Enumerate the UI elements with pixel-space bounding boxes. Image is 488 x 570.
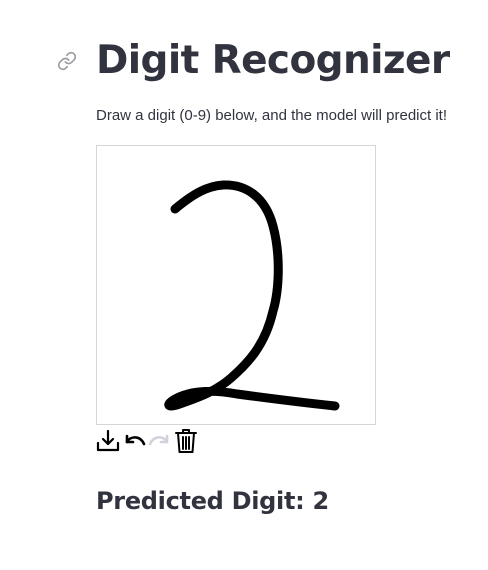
trash-icon (175, 429, 197, 453)
download-icon (96, 429, 120, 452)
drawn-stroke (164, 180, 340, 411)
undo-button[interactable] (122, 428, 146, 454)
anchor-link-icon[interactable] (57, 51, 77, 71)
redo-button[interactable] (148, 428, 172, 454)
drawing-canvas[interactable] (96, 145, 376, 425)
clear-canvas-button[interactable] (174, 428, 198, 454)
undo-icon (125, 434, 146, 446)
download-button[interactable] (96, 428, 120, 454)
page-subtitle: Draw a digit (0-9) below, and the model … (96, 107, 447, 124)
page-title: Digit Recognizer (96, 38, 450, 83)
redo-icon (148, 434, 169, 446)
canvas-toolbar (96, 428, 198, 454)
prediction-result: Predicted Digit: 2 (96, 487, 329, 515)
